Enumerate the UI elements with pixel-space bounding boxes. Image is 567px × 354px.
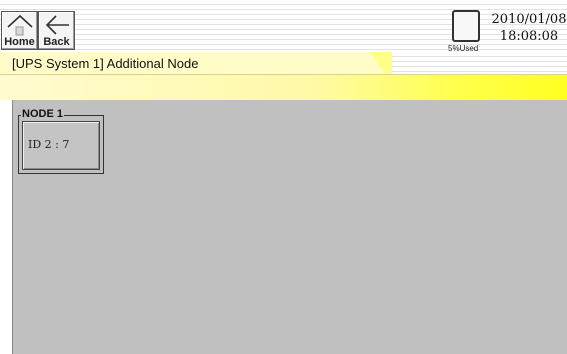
back-button[interactable]: Back: [38, 11, 75, 50]
back-arrow-icon: [45, 15, 69, 35]
home-button-label: Home: [4, 36, 35, 48]
page-title: [UPS System 1] Additional Node: [12, 56, 199, 71]
title-bar: [UPS System 1] Additional Node: [0, 52, 567, 100]
node-group: NODE 1 ID 2 : 7: [18, 108, 104, 174]
node-id-text: ID 2 : 7: [28, 138, 70, 151]
back-button-label: Back: [43, 36, 70, 48]
datetime: 2010/01/08 18:08:08: [491, 11, 567, 45]
node-button[interactable]: ID 2 : 7: [22, 121, 100, 170]
date-text: 2010/01/08: [491, 12, 567, 27]
time-text: 18:08:08: [499, 29, 559, 44]
storage-icon: [452, 10, 480, 42]
title-gradient-band: [0, 75, 567, 100]
home-button[interactable]: Home: [1, 11, 38, 50]
top-bar: Home Back 5%Used 2010/01/08 18:08:08: [0, 0, 567, 53]
node-group-legend: NODE 1: [21, 108, 64, 120]
storage-indicator: 5%Used: [448, 9, 488, 53]
title-stripes: [392, 52, 567, 74]
left-margin: [0, 100, 12, 354]
home-icon: [7, 14, 33, 36]
